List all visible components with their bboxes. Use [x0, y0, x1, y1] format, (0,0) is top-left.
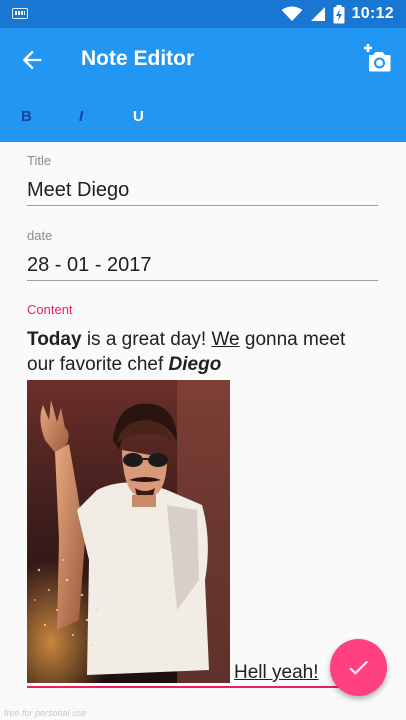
- page-title: Note Editor: [81, 47, 195, 70]
- date-field[interactable]: 28 - 01 - 2017: [27, 254, 152, 277]
- signal-icon: [310, 7, 325, 21]
- chef-photo[interactable]: [27, 380, 230, 683]
- keyboard-icon: [12, 8, 28, 19]
- status-icons: 10:12: [281, 4, 394, 24]
- content-bold-word: Today: [27, 329, 82, 350]
- status-bar: 10:12: [0, 0, 406, 28]
- note-form: Title Meet Diego date 28 - 01 - 2017 Con…: [0, 142, 406, 720]
- title-field[interactable]: Meet Diego: [27, 179, 129, 202]
- bold-button[interactable]: B: [21, 108, 32, 125]
- save-button[interactable]: [330, 639, 387, 696]
- content-label: Content: [27, 302, 73, 317]
- italic-button[interactable]: I: [79, 108, 83, 125]
- add-photo-icon[interactable]: [362, 44, 392, 74]
- content-text-segment: is a great day!: [81, 329, 212, 350]
- date-label: date: [27, 228, 53, 243]
- content-caption: Hell yeah!: [234, 662, 319, 683]
- battery-charging-icon: [333, 4, 345, 23]
- content-underlined-word: We: [211, 329, 240, 350]
- format-toolbar: B I U: [0, 90, 406, 142]
- back-arrow-icon[interactable]: [18, 46, 46, 74]
- check-icon: [349, 660, 368, 675]
- content-focus-underline: [27, 686, 345, 688]
- content-field[interactable]: Today is a great day! We gonna meet our …: [27, 327, 372, 377]
- date-underline: [27, 280, 378, 281]
- title-label: Title: [27, 153, 52, 168]
- status-time: 10:12: [351, 5, 394, 22]
- app-bar: Note Editor: [0, 28, 406, 90]
- title-underline: [27, 205, 378, 206]
- watermark: free for personal use: [4, 708, 87, 718]
- wifi-icon: [281, 6, 303, 21]
- content-bold-italic-word: Diego: [168, 354, 222, 375]
- underline-button[interactable]: U: [133, 108, 144, 125]
